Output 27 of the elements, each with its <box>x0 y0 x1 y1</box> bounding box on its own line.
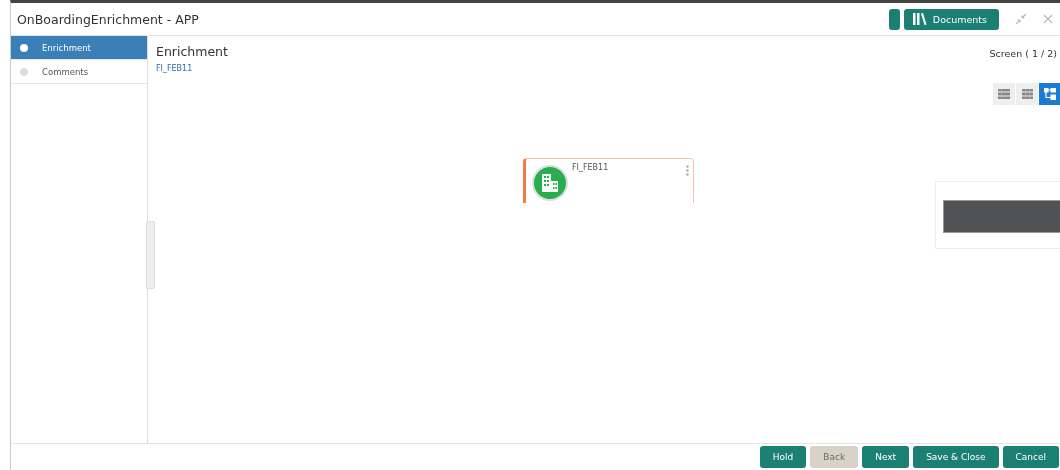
grid-view-button[interactable] <box>1016 83 1038 105</box>
more-icon[interactable] <box>686 165 689 176</box>
window-title: OnBoardingEnrichment - APP <box>17 11 199 27</box>
subtitle-link[interactable]: FI_FEB11 <box>156 64 228 73</box>
step-item[interactable]: Enrichment <box>11 36 147 60</box>
collapse-icon[interactable] <box>1015 13 1027 25</box>
footer-button[interactable]: Next <box>862 446 910 468</box>
footer-button[interactable]: Cancel <box>1002 446 1059 468</box>
screen-counter: Screen ( 1 / 2) <box>989 48 1057 61</box>
minimap-viewport[interactable] <box>943 200 1060 233</box>
books-icon <box>911 12 928 26</box>
panel-button[interactable] <box>888 8 900 30</box>
page-title: Enrichment <box>156 44 228 59</box>
node-card[interactable]: FI_FEB11 <box>523 158 694 203</box>
list-view-button[interactable] <box>993 83 1015 105</box>
hierarchy-icon <box>1044 88 1056 100</box>
grid-icon <box>1021 89 1033 99</box>
footer-button[interactable]: Hold <box>759 446 807 468</box>
node-label: FI_FEB11 <box>572 163 609 172</box>
tree-view-button[interactable] <box>1039 83 1060 105</box>
list-icon <box>998 89 1010 99</box>
step-item[interactable]: Comments <box>11 60 147 84</box>
documents-button[interactable]: Documents <box>903 8 999 30</box>
close-icon[interactable] <box>1043 14 1053 24</box>
footer-button[interactable]: Save & Close <box>913 446 999 468</box>
resize-handle[interactable] <box>146 221 155 289</box>
building-icon <box>532 165 568 201</box>
